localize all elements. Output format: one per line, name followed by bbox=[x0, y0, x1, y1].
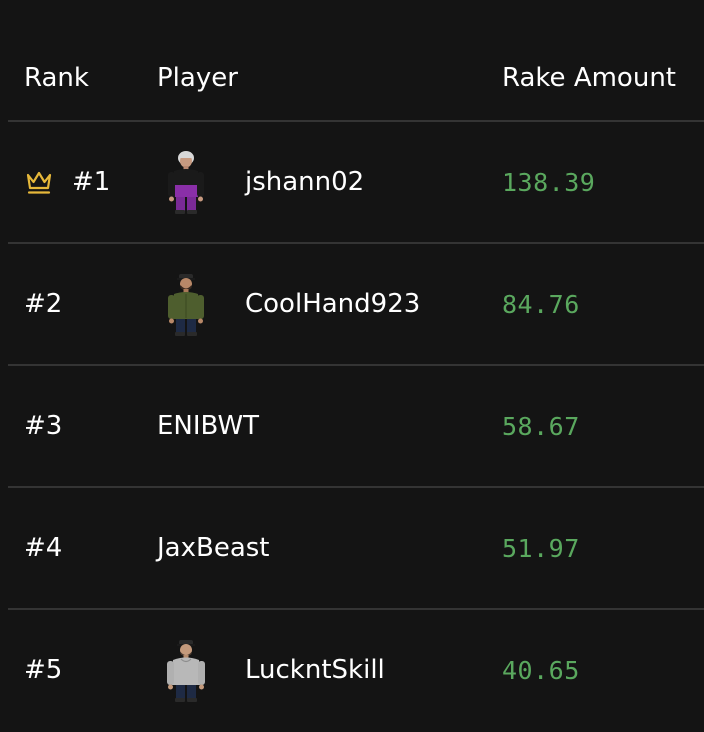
avatar-green-shirt-icon bbox=[168, 274, 204, 336]
player-name[interactable]: ENIBWT bbox=[157, 411, 259, 441]
avatar-purple-shirt-icon bbox=[168, 151, 204, 214]
table-row: #1 jshann02 138.39 bbox=[8, 122, 704, 244]
rake-cell: 138.39 bbox=[502, 122, 595, 242]
player-cell[interactable]: ENIBWT bbox=[157, 366, 259, 486]
rank-cell: #4 bbox=[24, 488, 62, 608]
table-row: #2 CoolHand923 84.76 bbox=[8, 244, 704, 366]
avatar-grey-hoodie-icon bbox=[167, 640, 205, 702]
rank-cell: #2 bbox=[24, 244, 62, 364]
rank-label: #3 bbox=[24, 411, 63, 441]
rank-label: #4 bbox=[24, 533, 63, 563]
rank-cell: #5 bbox=[24, 610, 62, 730]
rake-cell: 84.76 bbox=[502, 244, 580, 364]
player-column-header: Player bbox=[157, 63, 238, 93]
leaderboard-table: Rank Player Rake Amount #1 jshann02 138.… bbox=[8, 0, 704, 732]
player-name[interactable]: JaxBeast bbox=[157, 533, 270, 563]
player-cell[interactable]: JaxBeast bbox=[157, 488, 270, 608]
player-name[interactable]: LuckntSkill bbox=[245, 655, 385, 685]
rake-amount-value: 58.67 bbox=[502, 411, 580, 441]
table-header: Rank Player Rake Amount bbox=[8, 0, 704, 122]
rank-column-header: Rank bbox=[24, 63, 89, 93]
rank-label: #1 bbox=[72, 167, 111, 197]
rake-cell: 51.97 bbox=[502, 488, 580, 608]
rank-cell: #3 bbox=[24, 366, 62, 486]
rake-amount-column-header: Rake Amount bbox=[502, 63, 676, 93]
player-name[interactable]: CoolHand923 bbox=[245, 289, 420, 319]
rake-amount-value: 51.97 bbox=[502, 533, 580, 563]
rake-amount-value: 84.76 bbox=[502, 289, 580, 319]
player-cell[interactable]: jshann02 bbox=[157, 122, 364, 242]
player-name[interactable]: jshann02 bbox=[245, 167, 364, 197]
table-row: #5 LuckntSkill 40.65 bbox=[8, 610, 704, 732]
table-row: #4 JaxBeast 51.97 bbox=[8, 488, 704, 610]
rake-amount-value: 138.39 bbox=[502, 167, 596, 197]
rank-label: #5 bbox=[24, 655, 63, 685]
rank-label: #2 bbox=[24, 289, 63, 319]
rake-amount-value: 40.65 bbox=[502, 655, 580, 685]
rake-cell: 58.67 bbox=[502, 366, 580, 486]
rake-cell: 40.65 bbox=[502, 610, 580, 730]
rank-cell: #1 bbox=[24, 122, 110, 242]
player-cell[interactable]: CoolHand923 bbox=[157, 244, 420, 364]
table-row: #3 ENIBWT 58.67 bbox=[8, 366, 704, 488]
player-cell[interactable]: LuckntSkill bbox=[157, 610, 385, 730]
crown-icon bbox=[26, 171, 52, 194]
